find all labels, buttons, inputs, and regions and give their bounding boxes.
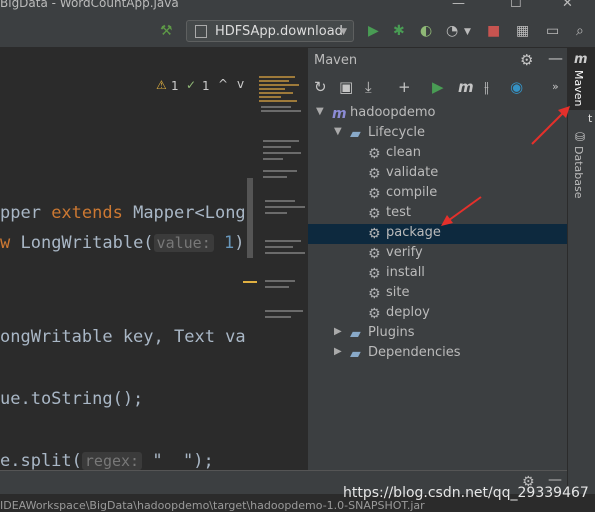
- build-hammer-icon[interactable]: ⚒: [160, 22, 173, 40]
- chevron-down-icon: ▼: [340, 27, 347, 37]
- minimize-icon[interactable]: —: [452, 0, 465, 11]
- tree-goal-install[interactable]: ⚙ install: [308, 264, 568, 284]
- application-icon: [195, 25, 207, 38]
- tree-label: install: [386, 265, 425, 280]
- gear-icon: ⚙: [368, 186, 381, 202]
- window-title: BigData - WordCountApp.java: [0, 0, 179, 10]
- debug-bug-icon[interactable]: ✱: [393, 22, 405, 40]
- maven-title: Maven: [314, 53, 358, 68]
- stop-icon[interactable]: ■: [487, 22, 500, 40]
- skip-tests-icon[interactable]: ◉: [510, 78, 523, 96]
- tree-label: Lifecycle: [368, 125, 426, 140]
- next-highlight-icon[interactable]: v: [237, 77, 244, 91]
- more-run-chevron-icon[interactable]: ▼: [464, 23, 471, 41]
- title-bar: BigData - WordCountApp.java — ☐ ✕: [0, 0, 595, 14]
- reload-icon[interactable]: ↻: [314, 78, 327, 96]
- tree-label: verify: [386, 245, 423, 260]
- tree-goal-verify[interactable]: ⚙ verify: [308, 244, 568, 264]
- gear-icon[interactable]: ⚙: [520, 51, 533, 69]
- main-toolbar: ⚒ HDFSApp.download ▼ ▶ ✱ ◐ ◔ ▼ ■ ▦ ▭ ⌕: [0, 14, 595, 48]
- gear-icon: ⚙: [368, 146, 381, 162]
- maven-toolbar: ↻ ▣ ⤓ + ▶ m ⫲ ◉ »: [308, 76, 568, 100]
- tree-plugins[interactable]: ▶ ▰ Plugins: [308, 324, 568, 344]
- gear-icon: ⚙: [368, 226, 381, 242]
- folder-icon: ▰: [350, 326, 361, 342]
- tree-label: test: [386, 205, 411, 220]
- gear-icon: ⚙: [368, 246, 381, 262]
- clipped-tab-edge: t: [588, 112, 593, 125]
- warning-stripe: [243, 281, 257, 283]
- code-line: ue.toString();: [0, 389, 144, 409]
- maven-goal-icon[interactable]: m: [458, 78, 474, 96]
- folder-icon: ▰: [350, 346, 361, 362]
- download-icon[interactable]: ⤓: [365, 78, 372, 96]
- tree-label: clean: [386, 145, 421, 160]
- tree-label: deploy: [386, 305, 430, 320]
- warning-icon: ⚠: [156, 78, 167, 92]
- run-icon[interactable]: ▶: [368, 22, 379, 40]
- maximize-icon[interactable]: ☐: [510, 0, 522, 11]
- watermark: https://blog.csdn.net/qq_29339467: [343, 485, 589, 501]
- code-line: pper extends Mapper<Long: [0, 203, 246, 223]
- run-configuration-label: HDFSApp.download: [215, 24, 343, 39]
- gear-icon: ⚙: [368, 166, 381, 182]
- inspection-widget[interactable]: ⚠ 1 ✓ 1 ^ v: [150, 76, 257, 98]
- folder-gear-icon: ▰: [350, 126, 361, 142]
- previous-highlight-icon[interactable]: ^: [218, 77, 228, 91]
- annotation-arrow: [441, 196, 482, 226]
- weak-warning-icon: ✓: [186, 78, 197, 92]
- tree-label: compile: [386, 185, 438, 200]
- chevron-right-icon[interactable]: ▶: [334, 326, 342, 337]
- gear-icon: ⚙: [368, 266, 381, 282]
- gear-icon: ⚙: [368, 306, 381, 322]
- weak-warning-count: 1: [202, 79, 210, 93]
- gear-icon: ⚙: [368, 206, 381, 222]
- coverage-icon[interactable]: ◐: [420, 22, 432, 40]
- tree-goal-deploy[interactable]: ⚙ deploy: [308, 304, 568, 324]
- add-icon[interactable]: +: [398, 78, 411, 96]
- code-minimap[interactable]: [257, 70, 307, 470]
- tree-goal-site[interactable]: ⚙ site: [308, 284, 568, 304]
- close-icon[interactable]: ✕: [562, 0, 573, 11]
- chevron-right-icon[interactable]: ▶: [334, 346, 342, 357]
- generate-sources-icon[interactable]: ▣: [339, 78, 353, 96]
- chevron-down-icon[interactable]: ▼: [316, 106, 324, 117]
- tree-goal-validate[interactable]: ⚙ validate: [308, 164, 568, 184]
- search-icon[interactable]: ⌕: [576, 22, 584, 40]
- tree-dependencies[interactable]: ▶ ▰ Dependencies: [308, 344, 568, 364]
- hide-icon[interactable]: —: [548, 49, 563, 67]
- profile-icon[interactable]: ◔: [446, 22, 458, 40]
- code-line: w LongWritable(value: 1): [0, 233, 245, 253]
- right-tool-stripe: m Maven ⛁ Database t: [531, 48, 595, 508]
- run-icon[interactable]: ▶: [432, 78, 444, 96]
- maven-icon: m: [574, 52, 588, 67]
- tree-label: Dependencies: [368, 345, 461, 360]
- tree-label: Plugins: [368, 325, 415, 340]
- toggle-offline-icon[interactable]: ⫲: [484, 78, 489, 96]
- code-line: ongWritable key, Text va: [0, 327, 246, 347]
- maven-header: Maven ⚙ —: [308, 48, 568, 74]
- warning-count: 1: [171, 79, 179, 93]
- tree-label: site: [386, 285, 410, 300]
- run-configuration-select[interactable]: HDFSApp.download ▼: [186, 20, 354, 42]
- chevron-down-icon[interactable]: ▼: [334, 126, 342, 137]
- more-icon[interactable]: »: [552, 78, 559, 96]
- annotation-arrow: [531, 106, 570, 145]
- code-line: e.split(regex: " ");: [0, 451, 214, 470]
- tree-label: hadoopdemo: [350, 105, 436, 120]
- parameter-hint: regex:: [81, 452, 143, 470]
- project-structure-icon[interactable]: ▦: [516, 22, 529, 40]
- tree-label: validate: [386, 165, 439, 180]
- presentation-icon[interactable]: ▭: [546, 22, 559, 40]
- parameter-hint: value:: [153, 234, 214, 252]
- editor-scroll-marker: [247, 178, 253, 258]
- database-tab-label: Database: [572, 146, 585, 199]
- maven-project-icon: m: [332, 106, 347, 122]
- gear-icon: ⚙: [368, 286, 381, 302]
